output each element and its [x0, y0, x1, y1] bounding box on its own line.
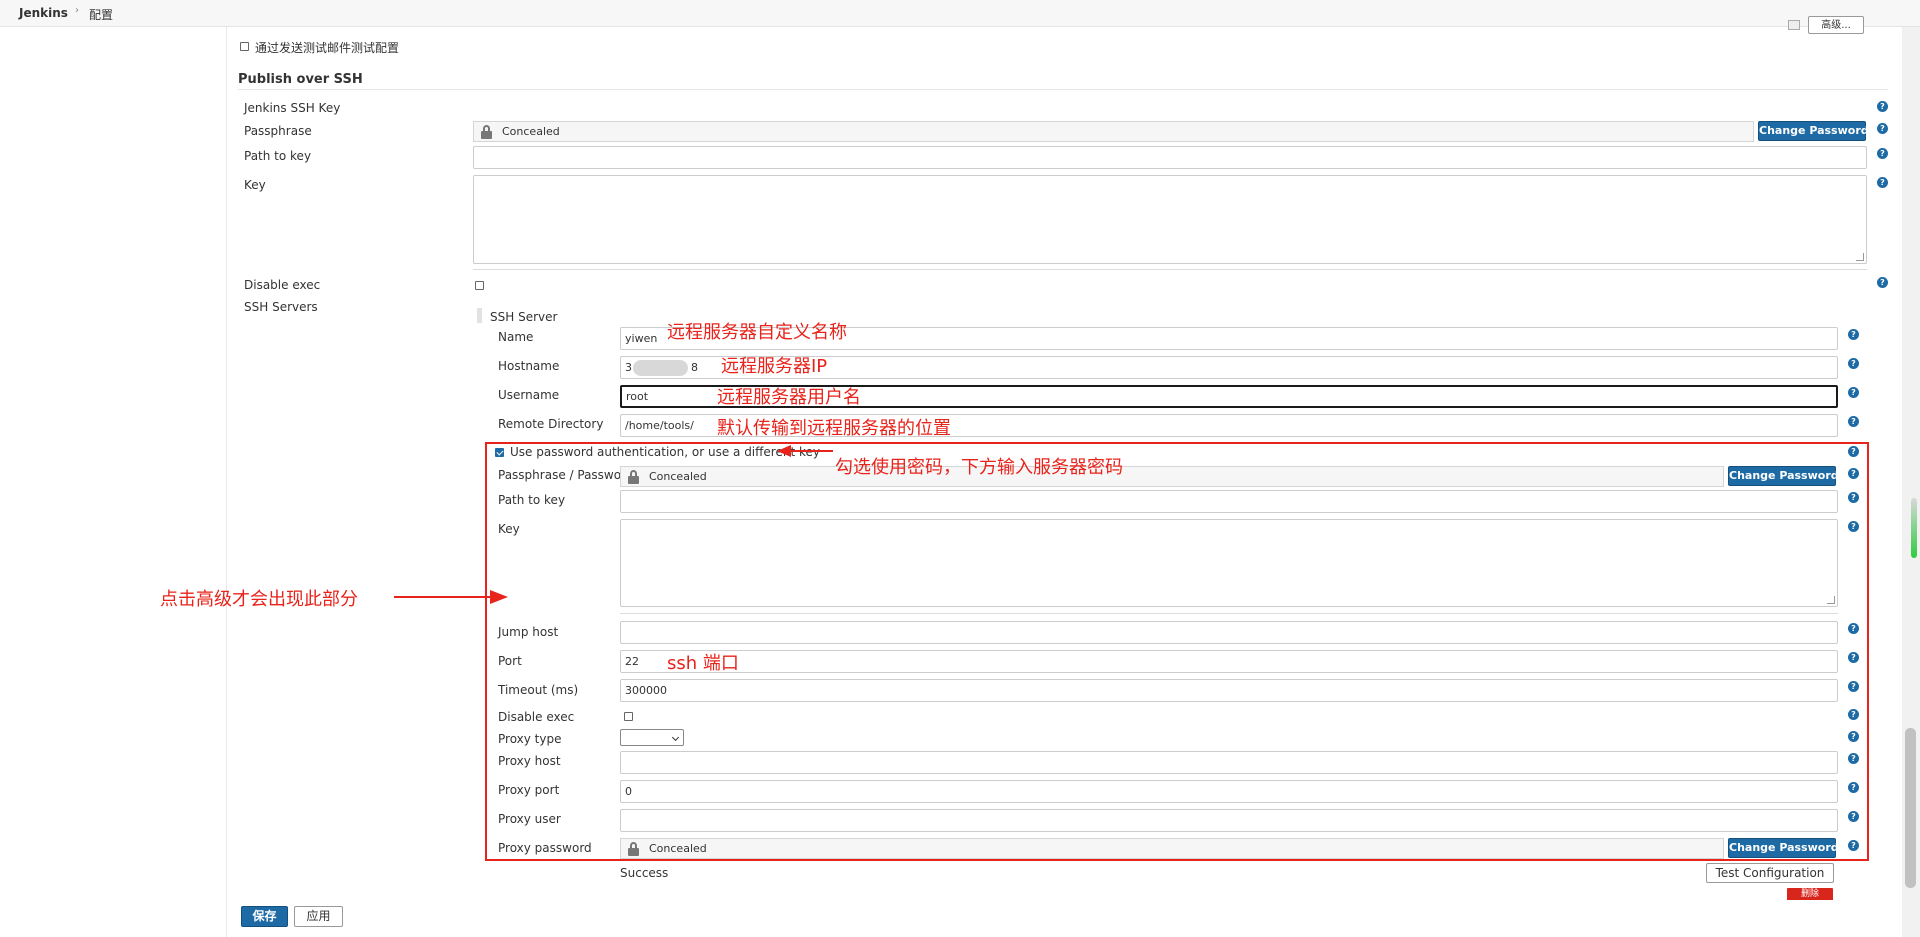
hostname-suffix: 8 — [691, 361, 698, 374]
test-configuration-button[interactable]: Test Configuration — [1706, 863, 1834, 883]
hostname-label: Hostname — [498, 359, 560, 373]
textarea-resize-bar — [473, 269, 1867, 270]
lock-icon — [481, 125, 492, 139]
breadcrumb: Jenkins › 配置 — [0, 0, 1920, 27]
help-icon[interactable]: ? — [1877, 148, 1888, 159]
save-button[interactable]: 保存 — [241, 906, 288, 927]
path-to-key-label: Path to key — [244, 149, 312, 163]
arrow-icon — [394, 590, 508, 604]
annotation-location: 默认传输到远程服务器的位置 — [717, 418, 951, 439]
jenkins-ssh-key-label: Jenkins SSH Key — [244, 101, 341, 115]
annotation-port: ssh 端口 — [667, 653, 739, 674]
change-password-button[interactable]: Change Password — [1758, 121, 1869, 141]
remote-directory-label: Remote Directory — [498, 417, 604, 431]
help-icon[interactable]: ? — [1848, 387, 1859, 398]
ssh-server-handle[interactable] — [477, 308, 482, 323]
key-textarea[interactable] — [473, 175, 1867, 264]
test-email-label: 通过发送测试邮件测试配置 — [255, 41, 400, 55]
help-icon[interactable]: ? — [1877, 177, 1888, 188]
settings-icon[interactable] — [1788, 20, 1800, 30]
disable-exec-checkbox[interactable] — [475, 281, 484, 290]
passphrase-value: Concealed — [502, 125, 560, 138]
help-icon[interactable]: ? — [1848, 416, 1859, 427]
scroll-position-indicator — [1911, 498, 1917, 558]
arrow-icon — [777, 445, 833, 457]
breadcrumb-current[interactable]: 配置 — [89, 6, 113, 23]
disable-exec-label: Disable exec — [244, 278, 321, 292]
help-icon[interactable]: ? — [1848, 358, 1859, 369]
username-label: Username — [498, 388, 560, 402]
path-to-key-input[interactable] — [473, 146, 1867, 169]
hostname-prefix: 3 — [625, 361, 632, 374]
name-label: Name — [498, 330, 534, 344]
key-label: Key — [244, 178, 266, 192]
side-divider — [226, 27, 227, 937]
section-divider — [238, 89, 1888, 90]
help-icon[interactable]: ? — [1877, 123, 1888, 134]
annotation-ip: 远程服务器IP — [721, 356, 828, 377]
test-status-text: Success — [620, 866, 669, 880]
annotation-name: 远程服务器自定义名称 — [667, 322, 847, 343]
help-icon[interactable]: ? — [1877, 101, 1888, 112]
hostname-redaction — [633, 360, 688, 376]
test-email-checkbox[interactable] — [240, 42, 249, 51]
scrollbar-thumb[interactable] — [1905, 728, 1916, 888]
section-title-publish-ssh: Publish over SSH — [238, 72, 363, 87]
annotation-password: 勾选使用密码，下方输入服务器密码 — [835, 457, 1123, 478]
help-icon[interactable]: ? — [1848, 329, 1859, 340]
apply-button[interactable]: 应用 — [294, 906, 343, 927]
help-icon[interactable]: ? — [1877, 277, 1888, 288]
breadcrumb-separator-icon: › — [75, 5, 79, 16]
advanced-button[interactable]: 高级... — [1808, 16, 1864, 34]
ssh-server-header: SSH Server — [490, 310, 558, 324]
passphrase-concealed-field: Concealed — [473, 121, 1754, 142]
delete-button[interactable]: 删除 — [1787, 888, 1833, 900]
breadcrumb-root[interactable]: Jenkins — [19, 6, 68, 20]
ssh-servers-label: SSH Servers — [244, 300, 318, 314]
annotation-advanced: 点击高级才会出现此部分 — [160, 589, 358, 610]
annotation-user: 远程服务器用户名 — [717, 387, 861, 408]
passphrase-label: Passphrase — [244, 124, 312, 138]
